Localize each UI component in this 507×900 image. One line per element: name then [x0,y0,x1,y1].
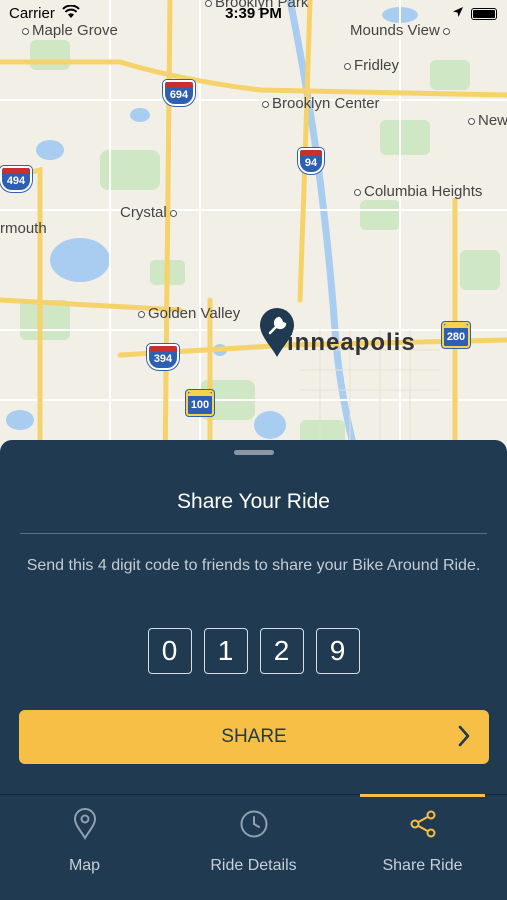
share-code: 0 1 2 9 [0,628,507,674]
share-icon [409,807,437,841]
tab-map-label: Map [68,857,101,874]
share-button-label: SHARE [221,726,287,747]
interstate-94-shield: 94 [298,148,324,174]
status-bar: Carrier 3:39 PM [0,0,507,26]
share-button[interactable]: SHARE [19,710,489,764]
divider [20,533,487,534]
tab-ride-details-label: Ride Details [210,857,297,874]
map-label-golden-valley: Golden Valley [138,305,240,322]
share-description: Send this 4 digit code to friends to sha… [26,557,481,574]
interstate-394-shield: 394 [147,344,179,370]
battery-icon [471,8,497,20]
tab-bar: Map Ride Details Share Ride [0,794,507,900]
code-digit: 2 [259,628,304,674]
code-digit: 9 [315,628,360,674]
map-label-crystal: Crystal [120,204,180,221]
active-tab-indicator [360,794,485,797]
map-pin-icon [73,807,97,841]
highway-100-shield: 100 [186,390,214,416]
highway-280-shield: 280 [442,322,470,348]
map-label-new: New [468,112,507,129]
code-digit: 0 [147,628,192,674]
code-digit: 1 [203,628,248,674]
map-label-columbia-heights: Columbia Heights [354,183,482,200]
tab-map[interactable]: Map [0,795,169,900]
sheet-grabber[interactable] [234,450,274,455]
share-ride-sheet: Share Your Ride Send this 4 digit code t… [0,440,507,794]
wrench-icon [260,308,294,357]
tab-ride-details[interactable]: Ride Details [169,795,338,900]
map-view[interactable]: Brooklyn Park Maple Grove Mounds View Fr… [0,0,507,470]
location-arrow-icon [453,7,463,17]
map-label-brooklyn-center: Brooklyn Center [262,95,380,112]
sheet-title: Share Your Ride [177,490,330,513]
interstate-494-shield: 494 [0,166,32,192]
map-background [0,0,507,470]
clock-icon [239,807,269,841]
tab-share-ride[interactable]: Share Ride [338,794,507,900]
map-label-minneapolis: inneapolis [287,329,416,356]
status-time: 3:39 PM [225,5,282,22]
interstate-694-shield: 694 [163,80,195,106]
map-label-fridley: Fridley [344,57,399,74]
ride-location-pin[interactable] [259,308,295,358]
chevron-right-icon [458,725,470,747]
map-label-plymouth: rmouth [0,220,47,237]
tab-share-ride-label: Share Ride [382,857,463,874]
